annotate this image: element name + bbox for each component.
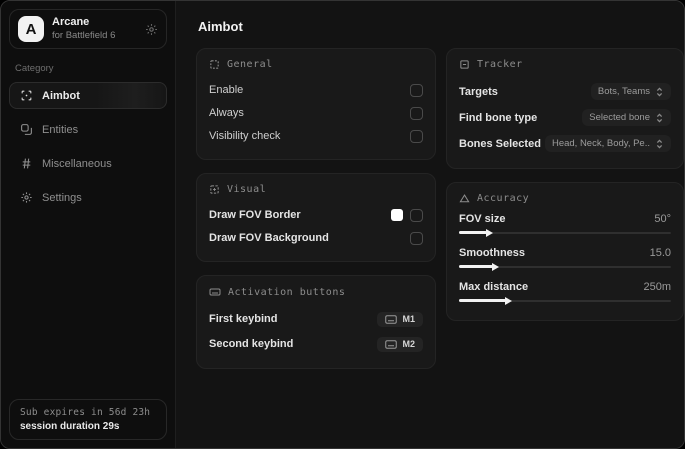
setting-row-enable: Enable — [209, 79, 423, 101]
dropdown-find-bone-type[interactable]: Selected bone — [582, 109, 671, 126]
dropdown-value: Bots, Teams — [597, 86, 650, 97]
slider-row-max-distance: Max distance 250m — [459, 281, 671, 306]
slider-fill — [459, 296, 512, 305]
sidebar-item-entities[interactable]: Entities — [9, 116, 167, 143]
plus-square-icon — [209, 184, 220, 195]
setting-label: Find bone type — [459, 111, 538, 124]
app-window: A Arcane for Battlefield 6 Category Aimb… — [0, 0, 685, 449]
minus-square-icon — [459, 59, 470, 70]
hash-icon — [20, 157, 33, 170]
setting-label: Targets — [459, 85, 498, 98]
section-title: General — [227, 59, 273, 70]
unfold-icon — [655, 139, 664, 149]
section-title: Visual — [227, 184, 267, 195]
setting-label: Smoothness — [459, 247, 526, 259]
sidebar-item-label: Entities — [42, 123, 79, 136]
sidebar-item-label: Miscellaneous — [42, 157, 112, 170]
setting-label: Bones Selected — [459, 137, 541, 150]
setting-row-draw-fov-background: Draw FOV Background — [209, 227, 423, 249]
slider-value: 50° — [654, 213, 671, 225]
slider-value: 250m — [643, 281, 671, 293]
dropdown-targets[interactable]: Bots, Teams — [590, 83, 671, 100]
setting-label: First keybind — [209, 313, 278, 325]
general-card: General Enable Always Visibility check — [196, 48, 436, 160]
sidebar-nav: Aimbot Entities Miscellaneous Settings — [9, 82, 167, 211]
app-header: A Arcane for Battlefield 6 — [9, 9, 167, 49]
setting-label: Always — [209, 107, 244, 119]
gear-icon — [20, 191, 33, 204]
setting-row-visibility-check: Visibility check — [209, 125, 423, 147]
dropdown-value: Head, Neck, Body, Pe.. — [551, 138, 650, 149]
setting-label: Second keybind — [209, 338, 294, 350]
unfold-icon — [655, 87, 664, 97]
setting-row-first-keybind: First keybind M1 — [209, 307, 423, 331]
category-label: Category — [15, 63, 54, 74]
slider-fill — [459, 228, 493, 237]
max-distance-slider[interactable] — [459, 296, 671, 306]
sidebar-item-miscellaneous[interactable]: Miscellaneous — [9, 150, 167, 177]
color-swatch[interactable] — [391, 209, 403, 221]
fov-size-slider[interactable] — [459, 228, 671, 238]
setting-label: Draw FOV Border — [209, 209, 301, 221]
smoothness-slider[interactable] — [459, 262, 671, 272]
checkbox-draw-fov-border[interactable] — [410, 208, 423, 222]
crosshair-icon — [20, 89, 33, 102]
checkbox-visibility-check[interactable] — [410, 129, 423, 143]
checkbox-enable[interactable] — [410, 83, 423, 97]
dropdown-bones-selected[interactable]: Head, Neck, Body, Pe.. — [544, 135, 671, 152]
tracker-card: Tracker Targets Bots, Teams Find bone ty… — [446, 48, 684, 169]
section-title: Accuracy — [477, 193, 530, 204]
accuracy-card: Accuracy FOV size 50° Smoothness 15.0 Ma… — [446, 182, 684, 321]
entities-icon — [20, 123, 33, 136]
main-panel: Aimbot General Enable Always Visibility … — [176, 1, 684, 448]
subscription-expiry: Sub expires in 56d 23h — [20, 407, 151, 418]
sidebar: A Arcane for Battlefield 6 Category Aimb… — [1, 1, 176, 448]
unfold-icon — [655, 113, 664, 123]
subscription-box: Sub expires in 56d 23h session duration … — [9, 399, 167, 440]
setting-row-bones-selected: Bones Selected Head, Neck, Body, Pe.. — [459, 131, 671, 156]
slider-fill — [459, 262, 499, 271]
checkbox-always[interactable] — [410, 106, 423, 120]
slider-value: 15.0 — [649, 247, 671, 259]
keyboard-icon — [209, 286, 221, 298]
setting-label: Visibility check — [209, 130, 281, 142]
setting-label: Max distance — [459, 281, 529, 293]
activation-card: Activation buttons First keybind M1 Seco… — [196, 275, 436, 369]
keybind-value: M1 — [402, 314, 415, 324]
visual-card: Visual Draw FOV Border Draw FOV Backgrou… — [196, 173, 436, 262]
sidebar-item-aimbot[interactable]: Aimbot — [9, 82, 167, 109]
setting-row-always: Always — [209, 102, 423, 124]
page-title: Aimbot — [198, 19, 243, 34]
keyboard-icon — [385, 339, 398, 349]
dashed-square-icon — [209, 59, 220, 70]
slider-row-fov-size: FOV size 50° — [459, 213, 671, 238]
keyboard-icon — [385, 314, 398, 324]
triangle-icon — [459, 193, 470, 204]
section-title: Activation buttons — [228, 286, 346, 298]
setting-label: FOV size — [459, 213, 506, 225]
session-duration: session duration 29s — [20, 421, 120, 432]
setting-row-targets: Targets Bots, Teams — [459, 79, 671, 104]
setting-row-draw-fov-border: Draw FOV Border — [209, 204, 423, 226]
checkbox-draw-fov-background[interactable] — [410, 231, 423, 245]
keybind-value: M2 — [402, 339, 415, 349]
app-name: Arcane — [52, 16, 90, 29]
sidebar-item-label: Aimbot — [42, 89, 80, 102]
app-subtitle: for Battlefield 6 — [52, 29, 116, 41]
slider-row-smoothness: Smoothness 15.0 — [459, 247, 671, 272]
sidebar-item-label: Settings — [42, 191, 82, 204]
app-logo: A — [18, 16, 44, 42]
setting-label: Draw FOV Background — [209, 232, 329, 244]
setting-row-find-bone-type: Find bone type Selected bone — [459, 105, 671, 130]
sync-icon[interactable] — [145, 23, 158, 36]
section-title: Tracker — [477, 59, 523, 70]
setting-row-second-keybind: Second keybind M2 — [209, 332, 423, 356]
setting-label: Enable — [209, 84, 244, 96]
dropdown-value: Selected bone — [589, 112, 650, 123]
keybind-button-first[interactable]: M1 — [377, 311, 423, 327]
keybind-button-second[interactable]: M2 — [377, 336, 423, 352]
sidebar-item-settings[interactable]: Settings — [9, 184, 167, 211]
